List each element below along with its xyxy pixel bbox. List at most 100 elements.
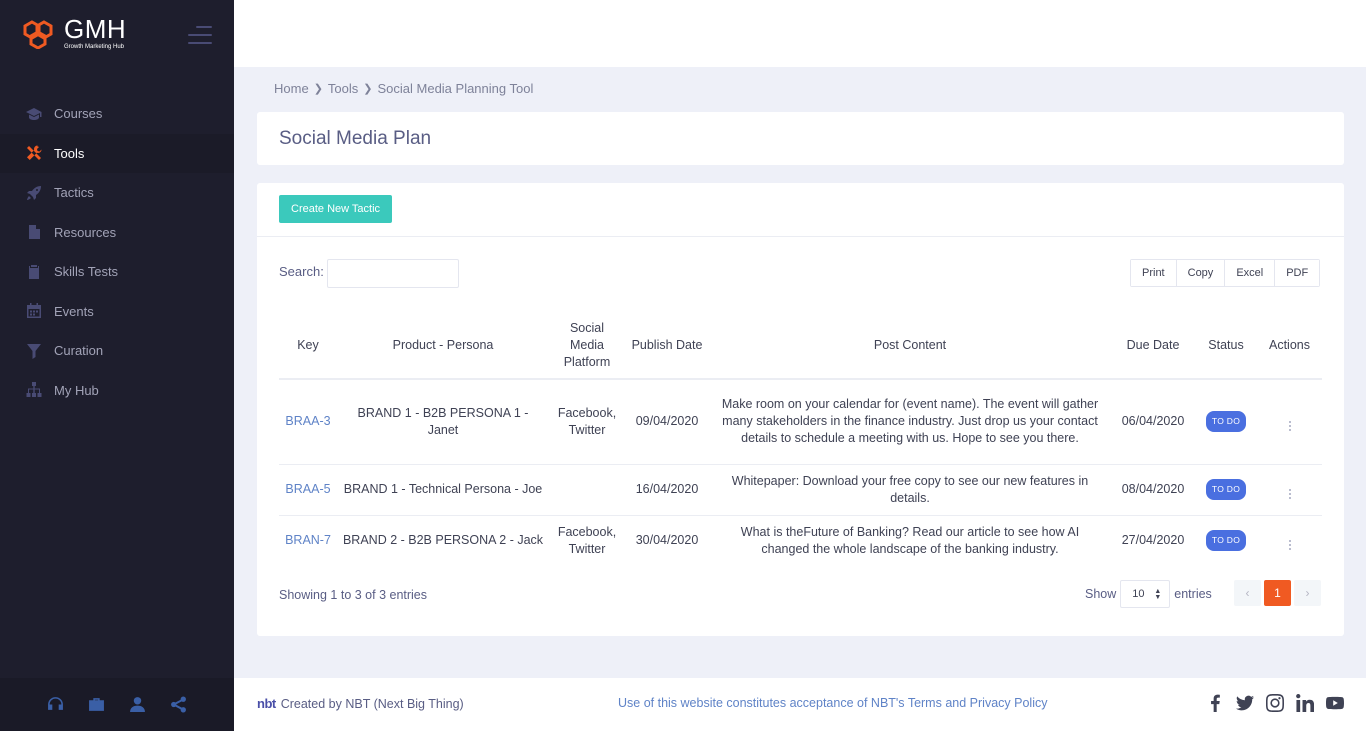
column-header-product[interactable]: Product - Persona <box>337 312 549 380</box>
entries-label: entries <box>1174 587 1212 601</box>
platform-cell <box>549 464 625 516</box>
privacy-policy-link[interactable]: Privacy Policy <box>970 696 1048 710</box>
rocket-icon <box>26 185 42 201</box>
company-name: NBT (Next Big Thing) <box>345 696 464 711</box>
copy-button[interactable]: Copy <box>1176 260 1226 286</box>
social-media-plan-card: Create New Tactic Search: Print Copy Exc… <box>257 183 1344 636</box>
column-header-due-date[interactable]: Due Date <box>1111 312 1195 380</box>
post-content-cell: Make room on your calendar for (event na… <box>709 379 1111 465</box>
chevron-right-icon: ❯ <box>363 83 373 95</box>
breadcrumb-home[interactable]: Home <box>274 81 309 96</box>
row-actions-menu-icon[interactable] <box>1285 419 1295 433</box>
breadcrumb: Home ❯ Tools ❯ Social Media Planning Too… <box>274 81 533 96</box>
row-actions-menu-icon[interactable] <box>1285 487 1295 501</box>
footer-notice: Use of this website constitutes acceptan… <box>618 696 1047 710</box>
file-icon <box>26 224 42 240</box>
notice-text: Use of this website constitutes acceptan… <box>618 696 905 710</box>
page-size-value: 10 <box>1132 588 1145 600</box>
youtube-icon[interactable] <box>1326 694 1344 712</box>
due-date-cell: 08/04/2020 <box>1111 464 1195 516</box>
sidebar-footer <box>0 678 234 731</box>
page-size-select[interactable]: 10 ▲ ▼ <box>1120 580 1171 608</box>
sidebar-item-label: Tactics <box>54 185 94 201</box>
sidebar-item-my-hub[interactable]: My Hub <box>0 371 234 411</box>
headset-icon[interactable] <box>47 696 64 713</box>
column-header-platform[interactable]: Social Media Platform <box>549 312 625 380</box>
column-header-status[interactable]: Status <box>1195 312 1257 380</box>
briefcase-icon[interactable] <box>88 696 105 713</box>
column-header-key[interactable]: Key <box>279 312 337 380</box>
top-header <box>234 0 1366 67</box>
post-content-cell: Whitepaper: Download your free copy to s… <box>709 464 1111 516</box>
facebook-icon[interactable] <box>1206 694 1224 712</box>
next-page-button[interactable]: › <box>1294 580 1321 606</box>
excel-button[interactable]: Excel <box>1225 260 1276 286</box>
tactic-key-link[interactable]: BRAN-7 <box>285 533 331 547</box>
sidebar-item-label: Tools <box>54 145 85 161</box>
tactic-key-link[interactable]: BRAA-5 <box>285 482 330 496</box>
table-row: BRAA-5 BRAND 1 - Technical Persona - Joe… <box>279 464 1322 516</box>
search-label: Search: <box>279 264 324 279</box>
brand-subtitle: Growth Marketing Hub <box>64 44 125 50</box>
page-title-card: Social Media Plan <box>257 112 1344 165</box>
table-header-row: Key Product - Persona Social Media Platf… <box>279 312 1322 380</box>
column-header-publish-date[interactable]: Publish Date <box>625 312 709 380</box>
previous-page-button[interactable]: ‹ <box>1234 580 1261 606</box>
table-info: Showing 1 to 3 of 3 entries <box>279 588 428 602</box>
nbt-logo: nbt <box>257 696 276 711</box>
footer: nbt Created by NBT (Next Big Thing) Use … <box>234 678 1366 731</box>
tools-icon <box>26 145 42 161</box>
terms-link[interactable]: Terms <box>908 696 942 710</box>
share-icon[interactable] <box>170 696 187 713</box>
sidebar: GMH Growth Marketing Hub Courses Tools T… <box>0 0 234 731</box>
sidebar-item-skills-tests[interactable]: Skills Tests <box>0 252 234 292</box>
user-icon[interactable] <box>129 696 146 713</box>
chevron-right-icon: ❯ <box>313 83 323 95</box>
gmh-logo-icon <box>23 19 53 49</box>
tactics-table: Key Product - Persona Social Media Platf… <box>279 312 1322 566</box>
sidebar-item-resources[interactable]: Resources <box>0 213 234 253</box>
page-button-1[interactable]: 1 <box>1264 580 1291 606</box>
sidebar-item-tools[interactable]: Tools <box>0 133 234 173</box>
instagram-icon[interactable] <box>1266 694 1284 712</box>
pagination: ‹ 1 › <box>1234 580 1321 606</box>
brand: GMH Growth Marketing Hub <box>0 0 234 67</box>
create-new-tactic-button[interactable]: Create New Tactic <box>279 195 393 223</box>
sidebar-item-courses[interactable]: Courses <box>0 94 234 134</box>
search-input[interactable] <box>327 259 459 288</box>
sidebar-item-tactics[interactable]: Tactics <box>0 173 234 213</box>
publish-date-cell: 16/04/2020 <box>625 464 709 516</box>
sidebar-item-label: My Hub <box>54 382 99 398</box>
menu-toggle-button[interactable] <box>188 26 212 44</box>
print-button[interactable]: Print <box>1131 260 1177 286</box>
product-persona-cell: BRAND 1 - B2B PERSONA 1 - Janet <box>337 379 549 465</box>
twitter-icon[interactable] <box>1236 694 1254 712</box>
platform-cell: Facebook, Twitter <box>557 524 617 556</box>
sitemap-icon <box>26 382 42 398</box>
status-badge: TO DO <box>1205 479 1247 500</box>
tactic-key-link[interactable]: BRAA-3 <box>285 414 330 428</box>
calendar-icon <box>26 303 42 319</box>
table-row: BRAN-7 BRAND 2 - B2B PERSONA 2 - Jack Fa… <box>279 515 1322 566</box>
linkedin-icon[interactable] <box>1296 694 1314 712</box>
post-content-cell: What is theFuture of Banking? Read our a… <box>740 524 1080 556</box>
due-date-cell: 06/04/2020 <box>1111 379 1195 465</box>
sidebar-item-curation[interactable]: Curation <box>0 331 234 371</box>
sidebar-item-events[interactable]: Events <box>0 292 234 332</box>
sort-caret-icon: ▲ ▼ <box>1154 588 1162 601</box>
breadcrumb-current: Social Media Planning Tool <box>377 81 534 96</box>
brand-title: GMH <box>64 14 127 44</box>
pdf-button[interactable]: PDF <box>1275 260 1320 286</box>
column-header-post-content[interactable]: Post Content <box>709 312 1111 380</box>
platform-cell: Facebook, Twitter <box>549 379 625 465</box>
row-actions-menu-icon[interactable] <box>1285 538 1295 552</box>
publish-date-cell: 09/04/2020 <box>625 379 709 465</box>
breadcrumb-tools[interactable]: Tools <box>328 81 358 96</box>
graduation-cap-icon <box>26 106 42 122</box>
sidebar-item-label: Events <box>54 303 94 319</box>
product-persona-cell: BRAND 1 - Technical Persona - Joe <box>337 464 549 516</box>
product-persona-cell: BRAND 2 - B2B PERSONA 2 - Jack <box>342 533 544 548</box>
sidebar-item-label: Resources <box>54 224 117 240</box>
card-header: Create New Tactic <box>257 183 1344 237</box>
table-row: BRAA-3 BRAND 1 - B2B PERSONA 1 - Janet F… <box>279 379 1322 465</box>
